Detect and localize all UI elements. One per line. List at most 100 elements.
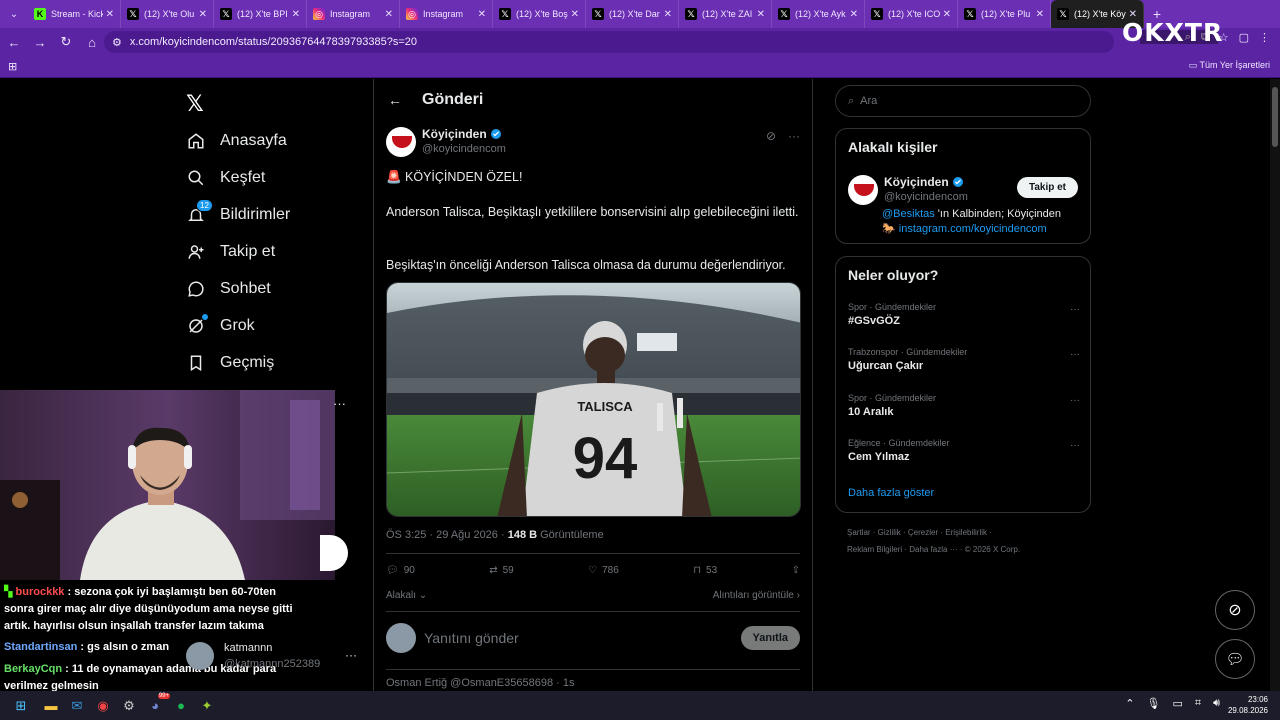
related-person[interactable]: Köyiçinden @koyicindencom	[848, 175, 968, 205]
author-handle[interactable]: @koyicindencom	[422, 143, 506, 155]
more-options-icon[interactable]: ···	[788, 129, 800, 143]
close-icon[interactable]: ✕	[850, 9, 858, 20]
close-icon[interactable]: ✕	[943, 9, 951, 20]
grok-explain-icon[interactable]: ⊘	[766, 129, 776, 143]
footer-links[interactable]: Reklam Bilgileri · Daha fazla ··· · © 20…	[847, 542, 1087, 558]
nav-item-explore[interactable]: Keşfet	[186, 166, 265, 190]
browser-tab[interactable]: 𝕏 (12) X'te Olu ✕	[121, 0, 214, 28]
suggestion-handle[interactable]: @katmannn252389	[224, 658, 320, 670]
close-icon[interactable]: ✕	[664, 9, 672, 20]
trend-item[interactable]: Spor · Gündemdekiler 10 Aralık ···	[848, 393, 1080, 418]
reply-action[interactable]: 💬︎ 90	[386, 565, 415, 576]
more-options-icon[interactable]: ···	[1070, 304, 1080, 315]
steam-icon[interactable]: ⚙	[118, 695, 140, 717]
repost-action[interactable]: ⇄ 59	[489, 565, 514, 576]
chevron-up-icon[interactable]: ⌃	[1125, 697, 1134, 710]
bio-mention[interactable]: @Besiktas	[882, 208, 935, 220]
browser-tab[interactable]: 𝕏 (12) X'te ICO ✕	[865, 0, 958, 28]
chrome-icon[interactable]: ◉	[92, 695, 114, 717]
footer-links[interactable]: Şartlar · Gizlilik · Çerezler · Erişileb…	[847, 525, 1087, 541]
network-icon[interactable]: ⌗	[1195, 697, 1201, 710]
extension-icon[interactable]: ▢	[1239, 31, 1249, 44]
close-icon[interactable]: ✕	[1036, 9, 1044, 20]
forward-icon[interactable]: →	[28, 30, 52, 54]
site-info-icon[interactable]: ⚙	[112, 36, 122, 49]
trend-item[interactable]: Trabzonspor · Gündemdekiler Uğurcan Çakı…	[848, 347, 1080, 372]
browser-tab[interactable]: 𝕏 (12) X'te BPI ✕	[214, 0, 307, 28]
share-action[interactable]: ⇪	[792, 565, 800, 576]
tab-search-icon[interactable]: ⌄	[0, 0, 28, 28]
spotify-icon[interactable]: ●	[170, 695, 192, 717]
messages-float-button[interactable]: 💬︎	[1215, 639, 1255, 679]
nav-item-history[interactable]: Geçmiş	[186, 351, 274, 375]
bookmark-action[interactable]: ⊓ 53	[693, 565, 717, 576]
user-avatar[interactable]	[386, 623, 416, 653]
apps-icon[interactable]: ⊞	[8, 60, 17, 73]
microphone-icon[interactable]: 🎙︎	[1146, 697, 1160, 710]
reply-input[interactable]: Yanıtını gönder	[424, 630, 741, 646]
related-name[interactable]: Köyiçinden	[884, 175, 949, 189]
follow-button[interactable]: Takip et	[1016, 177, 1078, 198]
page-scrollbar[interactable]	[1270, 79, 1280, 691]
trend-item[interactable]: Eğlence · Gündemdekiler Cem Yılmaz ···	[848, 438, 1080, 463]
quotes-link[interactable]: Alıntıları görüntüle ›	[713, 590, 800, 601]
suggestion-avatar[interactable]	[186, 642, 214, 670]
trend-item[interactable]: Spor · Gündemdekiler #GSvGÖZ ···	[848, 302, 1080, 327]
close-icon[interactable]: ✕	[106, 9, 114, 20]
display-icon[interactable]: ▭	[1172, 697, 1182, 710]
close-icon[interactable]: ✕	[757, 9, 765, 20]
related-avatar[interactable]	[848, 175, 878, 205]
close-icon[interactable]: ✕	[571, 9, 579, 20]
browser-tab[interactable]: 𝕏 (12) X'te Plu ✕	[958, 0, 1051, 28]
browser-tab[interactable]: K Stream - Kick ✕	[28, 0, 121, 28]
show-more-link[interactable]: Daha fazla göster	[848, 487, 934, 499]
x-logo-icon[interactable]: 𝕏	[186, 91, 204, 117]
clock[interactable]: 23:06 29.08.2026	[1228, 694, 1268, 716]
browser-tab[interactable]: 𝕏 (12) X'te ZAI ✕	[679, 0, 772, 28]
close-icon[interactable]: ✕	[478, 9, 486, 20]
follow-suggestion[interactable]: katmannn @katmannn252389	[186, 642, 320, 670]
post-image[interactable]: TALISCA 94	[386, 282, 801, 517]
close-icon[interactable]: ✕	[385, 9, 393, 20]
back-icon[interactable]: ←	[2, 30, 26, 54]
reply-button[interactable]: Yanıtla	[740, 626, 800, 650]
app-icon[interactable]: ✦	[196, 695, 218, 717]
back-arrow-icon[interactable]: ←	[388, 92, 402, 108]
author-avatar[interactable]	[386, 127, 416, 157]
bio-link[interactable]: instagram.com/koyicindencom	[899, 223, 1047, 235]
next-reply-preview[interactable]: Osman Ertiğ @OsmanE35658698 · 1s	[386, 677, 574, 689]
nav-item-follow[interactable]: Takip et	[186, 240, 275, 264]
close-icon[interactable]: ✕	[292, 9, 300, 20]
post-author[interactable]: Köyiçinden @koyicindencom	[386, 127, 506, 157]
suggestion-name[interactable]: katmannn	[224, 642, 320, 654]
close-icon[interactable]: ✕	[199, 9, 207, 20]
browser-tab[interactable]: 𝕏 (12) X'te Dar ✕	[586, 0, 679, 28]
more-options-icon[interactable]: ···	[1070, 395, 1080, 406]
windows-start-icon[interactable]: ⊞	[10, 695, 32, 717]
search-input[interactable]: ⌕ Ara	[835, 85, 1091, 117]
home-icon[interactable]: ⌂	[80, 30, 104, 54]
file-explorer-icon[interactable]: ▬	[40, 695, 62, 717]
browser-tab[interactable]: 𝕏 (12) X'te Ayk ✕	[772, 0, 865, 28]
more-options-icon[interactable]: ···	[1070, 349, 1080, 360]
more-options-icon[interactable]: ···	[345, 648, 357, 662]
related-handle[interactable]: @koyicindencom	[884, 191, 968, 203]
nav-item-grok[interactable]: Grok	[186, 314, 255, 338]
reload-icon[interactable]: ↻	[54, 30, 78, 54]
more-options-icon[interactable]: ···	[333, 396, 346, 411]
sort-dropdown[interactable]: Alakalı ⌄	[386, 590, 427, 601]
grok-float-button[interactable]: ⊘	[1215, 590, 1255, 630]
nav-item-notifications[interactable]: 12 Bildirimler	[186, 199, 290, 227]
browser-tab[interactable]: ◎ Instagram ✕	[400, 0, 493, 28]
post-time[interactable]: ÖS 3:25 · 29 Ağu 2026	[386, 529, 498, 541]
more-options-icon[interactable]: ···	[1070, 440, 1080, 451]
author-name[interactable]: Köyiçinden	[422, 127, 487, 141]
like-action[interactable]: ♡ 786	[588, 565, 619, 576]
nav-item-home[interactable]: Anasayfa	[186, 129, 287, 153]
browser-tab[interactable]: 𝕏 (12) X'te Boş ✕	[493, 0, 586, 28]
browser-tab[interactable]: ◎ Instagram ✕	[307, 0, 400, 28]
scrollbar-thumb[interactable]	[1272, 87, 1278, 147]
mail-icon[interactable]: ✉	[66, 695, 88, 717]
address-bar[interactable]: ⚙ x.com/koyicindencom/status/20936764478…	[104, 31, 1114, 53]
discord-icon[interactable]: ◕ 99+	[144, 692, 170, 717]
